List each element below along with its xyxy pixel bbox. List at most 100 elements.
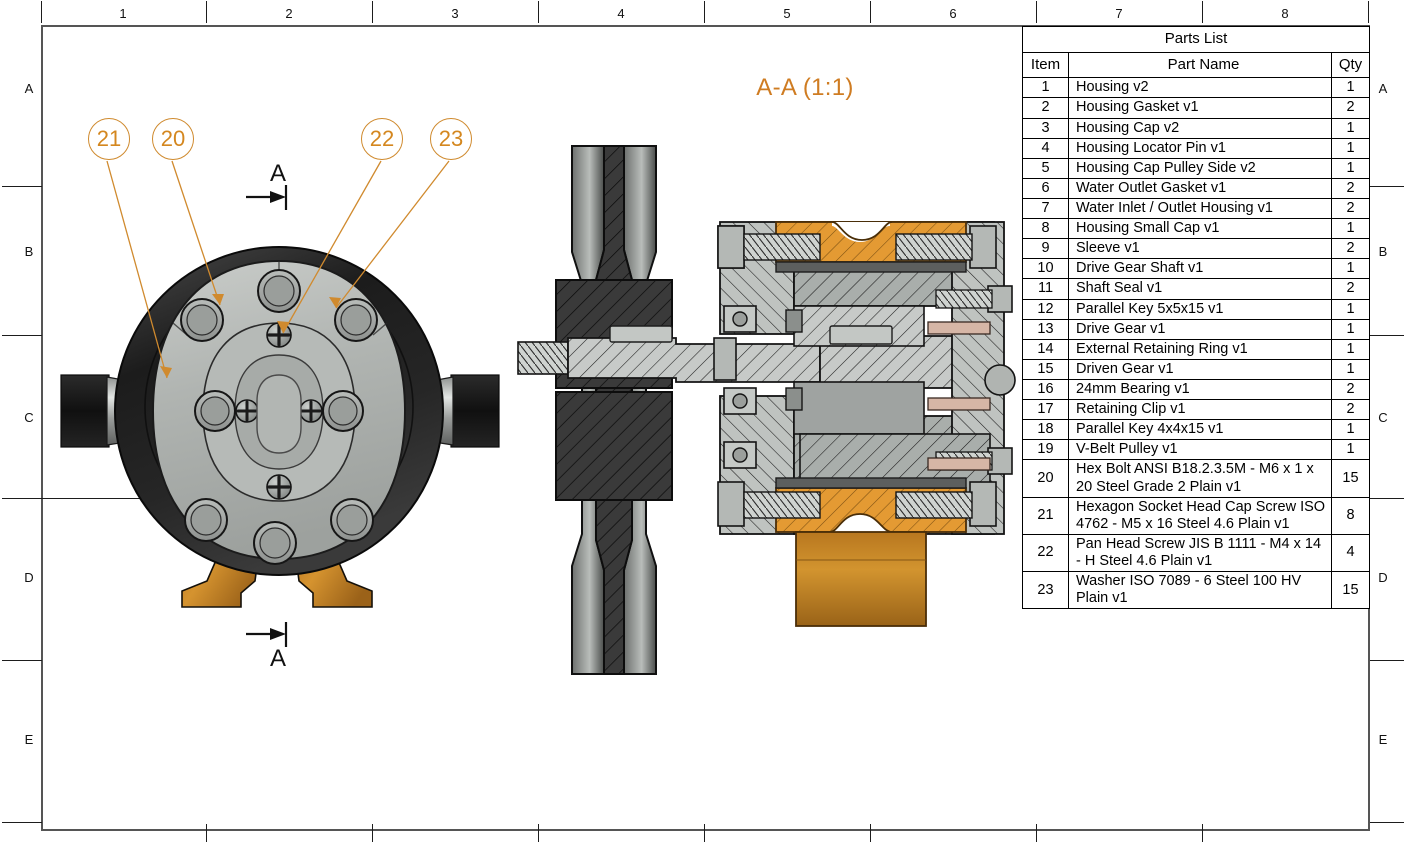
zone-divider-right	[1370, 660, 1404, 661]
zone-tick-top	[41, 1, 42, 23]
zone-number-2: 2	[285, 6, 293, 21]
zone-tick-bottom	[1202, 824, 1203, 842]
cell-part-name: Housing Cap Pulley Side v2	[1068, 157, 1332, 179]
zone-tick-top	[1368, 1, 1369, 23]
cell-item: 6	[1022, 177, 1069, 200]
cell-item: 3	[1022, 117, 1069, 139]
v-belt-pulley	[555, 145, 673, 675]
table-row: 10 Drive Gear Shaft v1 1	[1022, 258, 1370, 280]
cell-part-name: Retaining Clip v1	[1068, 399, 1332, 421]
cell-part-name: 24mm Bearing v1	[1068, 379, 1332, 401]
cell-qty: 15	[1331, 571, 1370, 610]
zone-tick-top	[870, 1, 871, 23]
outlet-spigot	[795, 531, 927, 627]
zone-tick-top	[704, 1, 705, 23]
cell-qty: 1	[1331, 137, 1370, 159]
zone-number-7: 7	[1115, 6, 1123, 21]
front-view-pump	[60, 246, 500, 608]
zone-divider-right	[1370, 186, 1404, 187]
cell-item: 7	[1022, 198, 1069, 220]
shaft-seal	[785, 387, 803, 411]
cell-qty: 2	[1331, 177, 1370, 200]
cell-part-name: Housing Small Cap v1	[1068, 218, 1332, 240]
driven-gear	[793, 381, 925, 435]
cell-part-name: Housing Gasket v1	[1068, 97, 1332, 119]
cell-item: 20	[1022, 459, 1069, 498]
table-row: 12 Parallel Key 5x5x15 v1 1	[1022, 298, 1370, 320]
balloon-21[interactable]: 21	[88, 118, 130, 160]
cell-part-name: Drive Gear v1	[1068, 318, 1332, 340]
parts-list-body: 1 Housing v2 1 2 Housing Gasket v1 2 3 Housing …	[1022, 77, 1370, 610]
zone-letter-left-a: A	[24, 81, 34, 96]
table-row: 2 Housing Gasket v1 2	[1022, 97, 1370, 119]
cell-qty: 2	[1331, 198, 1370, 220]
cell-item: 23	[1022, 571, 1069, 610]
table-row: 9 Sleeve v1 2	[1022, 238, 1370, 260]
shaft-seal	[785, 309, 803, 333]
cell-part-name: Hex Bolt ANSI B18.2.3.5M - M6 x 1 x 20 S…	[1068, 459, 1332, 498]
cell-item: 13	[1022, 318, 1069, 340]
balloon-20[interactable]: 20	[152, 118, 194, 160]
zone-tick-top	[538, 1, 539, 23]
table-row: 3 Housing Cap v2 1	[1022, 117, 1370, 139]
table-row: 4 Housing Locator Pin v1 1	[1022, 137, 1370, 159]
cell-part-name: Sleeve v1	[1068, 238, 1332, 260]
table-row: 22 Pan Head Screw JIS B 1111 - M4 x 14 - …	[1022, 533, 1370, 573]
zone-number-8: 8	[1281, 6, 1289, 21]
table-row: 16 24mm Bearing v1 2	[1022, 379, 1370, 401]
cell-qty: 2	[1331, 399, 1370, 421]
cell-qty: 1	[1331, 157, 1370, 179]
cell-item: 17	[1022, 399, 1069, 421]
cell-qty: 2	[1331, 278, 1370, 300]
table-row: 8 Housing Small Cap v1 1	[1022, 218, 1370, 240]
cell-qty: 1	[1331, 419, 1370, 441]
cell-part-name: Pan Head Screw JIS B 1111 - M4 x 14 - H …	[1068, 533, 1332, 573]
table-row: 15 Driven Gear v1 1	[1022, 358, 1370, 381]
parallel-key-4x4x15	[609, 325, 673, 343]
cell-item: 9	[1022, 238, 1069, 260]
cell-item: 19	[1022, 439, 1069, 461]
water-outlet-gasket-top	[775, 261, 967, 273]
cell-item: 15	[1022, 358, 1069, 381]
cell-qty: 2	[1331, 238, 1370, 260]
zone-divider-right	[1370, 498, 1404, 499]
cell-qty: 1	[1331, 258, 1370, 280]
cell-qty: 1	[1331, 358, 1370, 381]
frame-bottom-border	[41, 829, 1370, 831]
balloon-22[interactable]: 22	[361, 118, 403, 160]
zone-divider-left	[2, 822, 42, 823]
table-row: 18 Parallel Key 4x4x15 v1 1	[1022, 419, 1370, 441]
cell-part-name: Shaft Seal v1	[1068, 278, 1332, 300]
cell-part-name: Housing Cap v2	[1068, 117, 1332, 139]
parallel-key-5x5x15	[829, 325, 893, 345]
cell-item: 1	[1022, 77, 1069, 99]
cell-qty: 1	[1331, 439, 1370, 461]
cell-item: 5	[1022, 157, 1069, 179]
frame-left-border	[41, 25, 43, 831]
cell-item: 14	[1022, 338, 1069, 360]
cell-part-name: Parallel Key 4x4x15 v1	[1068, 419, 1332, 441]
cell-qty: 1	[1331, 77, 1370, 99]
cell-qty: 8	[1331, 496, 1370, 535]
parts-list-title: Parts List	[1022, 26, 1370, 53]
cell-part-name: External Retaining Ring v1	[1068, 338, 1332, 360]
table-row: 14 External Retaining Ring v1 1	[1022, 338, 1370, 360]
zone-letter-right-b: B	[1378, 244, 1388, 259]
cell-part-name: Housing v2	[1068, 77, 1332, 99]
zone-letter-left-d: D	[24, 570, 34, 585]
cell-part-name: Drive Gear Shaft v1	[1068, 258, 1332, 280]
zone-tick-top	[372, 1, 373, 23]
zone-tick-bottom	[538, 824, 539, 842]
section-cut-marker-bottom	[246, 622, 288, 647]
table-row: 17 Retaining Clip v1 2	[1022, 399, 1370, 421]
column-header-qty: Qty	[1331, 51, 1370, 79]
zone-divider-right	[1370, 335, 1404, 336]
zone-number-5: 5	[783, 6, 791, 21]
table-row: 11 Shaft Seal v1 2	[1022, 278, 1370, 300]
cell-item: 12	[1022, 298, 1069, 320]
cell-qty: 2	[1331, 97, 1370, 119]
cell-part-name: Driven Gear v1	[1068, 358, 1332, 381]
balloon-23[interactable]: 23	[430, 118, 472, 160]
zone-tick-bottom	[704, 824, 705, 842]
cell-qty: 1	[1331, 218, 1370, 240]
